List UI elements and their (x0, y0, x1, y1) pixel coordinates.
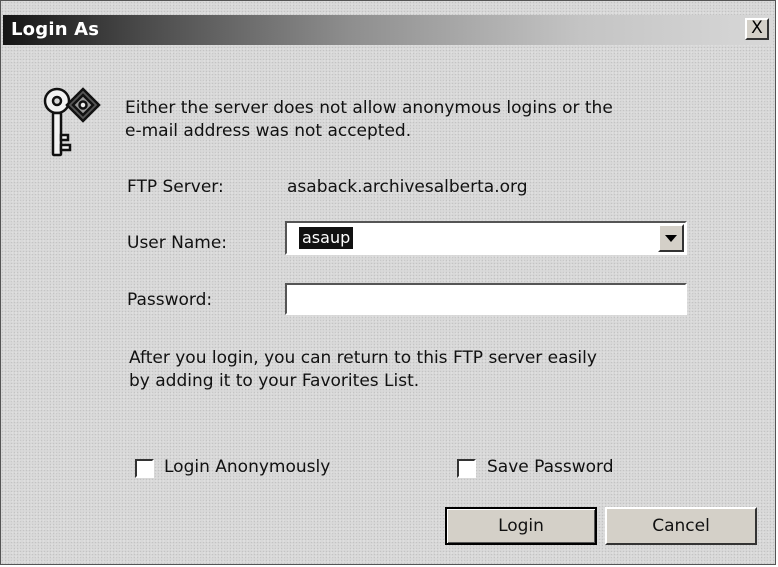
save-password-label[interactable]: Save Password (487, 457, 614, 477)
cancel-button[interactable]: Cancel (605, 507, 757, 545)
error-message-line-2: e-mail address was not accepted. (125, 121, 412, 141)
favorites-info: After you login, you can return to this … (129, 347, 597, 393)
login-anonymously-checkbox[interactable] (135, 459, 154, 478)
password-field[interactable] (285, 283, 687, 315)
dialog-title: Login As (11, 19, 100, 40)
user-name-label: User Name: (127, 233, 228, 253)
key-icon (27, 83, 109, 165)
title-bar[interactable]: Login As X (3, 15, 773, 45)
close-button[interactable]: X (745, 18, 769, 40)
password-label: Password: (127, 290, 213, 310)
error-message: Either the server does not allow anonymo… (125, 97, 685, 143)
login-anonymously-label[interactable]: Login Anonymously (164, 457, 330, 477)
user-name-value[interactable]: asaup (299, 227, 354, 249)
ftp-server-value: asaback.archivesalberta.org (287, 177, 528, 197)
user-name-dropdown-button[interactable] (658, 224, 684, 252)
error-message-line-1: Either the server does not allow anonymo… (125, 98, 613, 118)
close-icon: X (751, 18, 763, 38)
chevron-down-icon (665, 234, 677, 242)
login-button[interactable]: Login (445, 507, 597, 545)
user-name-combobox[interactable]: asaup (285, 221, 687, 255)
login-as-dialog: Login As X Either the server does not al… (0, 0, 776, 565)
ftp-server-label: FTP Server: (127, 177, 224, 197)
favorites-info-line-2: by adding it to your Favorites List. (129, 371, 420, 391)
favorites-info-line-1: After you login, you can return to this … (129, 348, 597, 368)
save-password-checkbox[interactable] (457, 459, 476, 478)
